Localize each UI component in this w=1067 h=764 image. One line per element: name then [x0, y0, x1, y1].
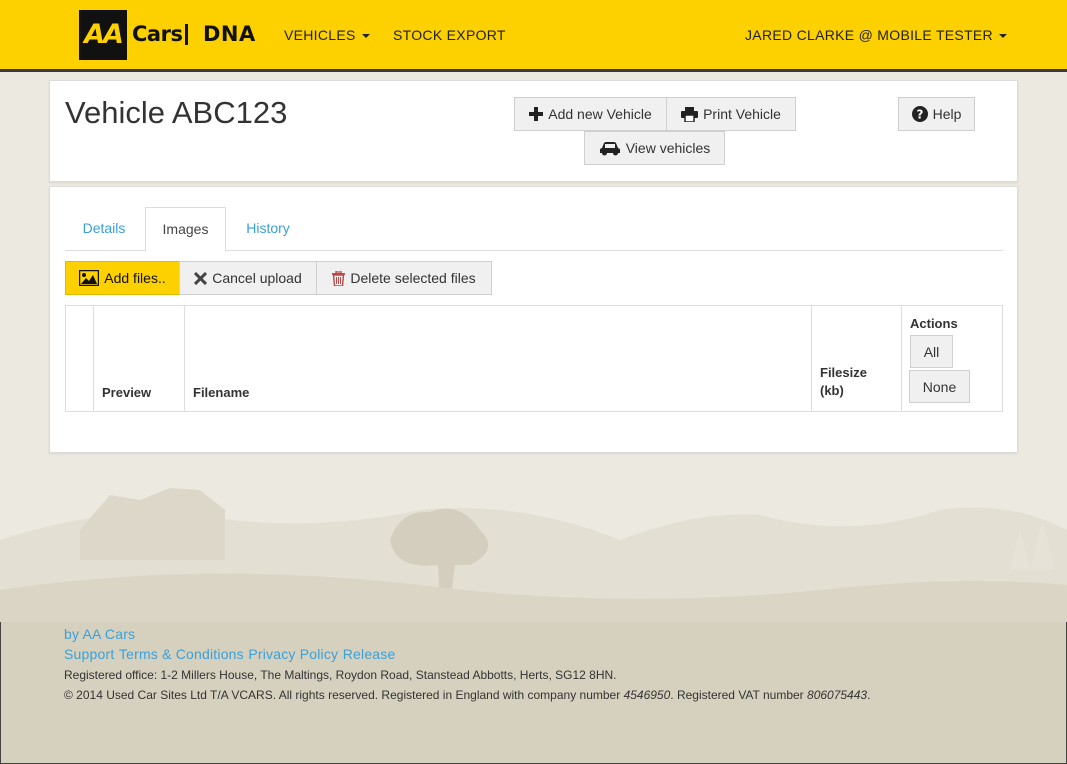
view-vehicles-button[interactable]: View vehicles — [584, 131, 725, 165]
select-column — [66, 306, 94, 411]
vehicle-tabs: Details Images History — [65, 207, 1003, 252]
cancel-upload-button[interactable]: Cancel upload — [179, 261, 317, 295]
add-new-vehicle-label: Add new Vehicle — [548, 106, 652, 122]
delete-selected-files-button[interactable]: Delete selected files — [316, 261, 492, 295]
print-vehicle-label: Print Vehicle — [703, 106, 781, 122]
tab-history[interactable]: History — [228, 207, 308, 251]
view-vehicles-label: View vehicles — [625, 140, 711, 156]
question-circle-icon: ? — [911, 106, 928, 122]
cancel-upload-label: Cancel upload — [212, 270, 302, 286]
filesize-header-line1: Filesize — [820, 365, 867, 380]
caret-down-icon — [998, 34, 1007, 39]
filename-header: Filename — [193, 385, 250, 400]
trash-icon — [332, 270, 346, 286]
select-none-button[interactable]: None — [909, 370, 970, 403]
brand-divider — [185, 24, 188, 45]
print-vehicle-button[interactable]: Print Vehicle — [666, 97, 796, 131]
print-icon — [681, 106, 699, 122]
brand-dna-text: DNA — [203, 22, 256, 46]
vehicle-images-panel: Details Images History Add files.. Cance… — [49, 186, 1018, 453]
times-icon — [194, 271, 208, 285]
tab-details[interactable]: Details — [65, 207, 143, 251]
aa-logo[interactable]: AA — [79, 10, 127, 60]
select-all-button[interactable]: All — [910, 335, 953, 368]
delete-selected-files-label: Delete selected files — [350, 270, 476, 286]
tab-images[interactable]: Images — [145, 207, 226, 252]
nav-user-dropdown[interactable]: JARED CLARKE @ MOBILE TESTER — [745, 27, 1007, 43]
page-title: Vehicle ABC123 — [65, 95, 288, 130]
vat-prefix-text: . Registered VAT number — [670, 688, 808, 702]
footer-terms-link[interactable]: Terms & Conditions — [119, 646, 244, 662]
nav-user-label: JARED CLARKE @ MOBILE TESTER — [745, 27, 993, 43]
copyright-text: © 2014 Used Car Sites Ltd T/A VCARS. All… — [64, 688, 624, 702]
add-new-vehicle-button[interactable]: Add new Vehicle — [514, 97, 667, 131]
filesize-header: Filesize (kb) — [820, 365, 867, 398]
vehicle-header-panel: Vehicle ABC123 Add new Vehicle Print Veh… — [49, 80, 1018, 182]
company-number: 4546950 — [623, 688, 671, 702]
footer-registered-office: Registered office: 1-2 Millers House, Th… — [64, 668, 617, 682]
help-label: Help — [932, 106, 962, 122]
filesize-header-line2: (kb) — [820, 383, 844, 398]
filesize-column: Filesize (kb) — [812, 306, 902, 411]
preview-column: Preview — [94, 306, 185, 411]
plus-icon — [529, 107, 544, 121]
footer-links: Support Terms & Conditions Privacy Polic… — [64, 646, 395, 664]
nav-vehicles-dropdown[interactable]: VEHICLES — [284, 27, 370, 43]
filename-column: Filename — [185, 306, 812, 411]
footer-copyright: © 2014 Used Car Sites Ltd T/A VCARS. All… — [64, 688, 870, 702]
help-button[interactable]: ? Help — [898, 97, 975, 131]
nav-stock-export[interactable]: STOCK EXPORT — [393, 27, 506, 43]
top-navbar: AA Cars DNA VEHICLES STOCK EXPORT JARED … — [0, 0, 1067, 72]
nav-vehicles-label: VEHICLES — [284, 27, 356, 43]
page-footer: by AA Cars Support Terms & Conditions Pr… — [0, 622, 1067, 764]
files-table: Preview Filename Filesize (kb) Actions A… — [65, 305, 1003, 412]
add-files-label: Add files.. — [104, 270, 166, 286]
copyright-end: . — [867, 688, 871, 702]
footer-support-link[interactable]: Support — [64, 646, 114, 662]
landscape-background-illustration — [0, 488, 1067, 630]
brand-cars-text: Cars — [132, 22, 183, 46]
caret-down-icon — [361, 34, 370, 39]
add-files-button[interactable]: Add files.. — [65, 261, 180, 295]
vat-number: 806075443 — [807, 688, 868, 702]
svg-text:?: ? — [916, 108, 923, 122]
footer-privacy-link[interactable]: Privacy Policy — [248, 646, 338, 662]
actions-column: Actions All None — [902, 306, 1002, 411]
footer-by-aa-cars-link[interactable]: by AA Cars — [64, 626, 135, 642]
car-icon — [599, 141, 621, 156]
image-icon — [79, 270, 100, 286]
footer-release-link[interactable]: Release — [343, 646, 396, 662]
preview-header: Preview — [102, 385, 152, 400]
actions-header: Actions — [910, 316, 958, 331]
